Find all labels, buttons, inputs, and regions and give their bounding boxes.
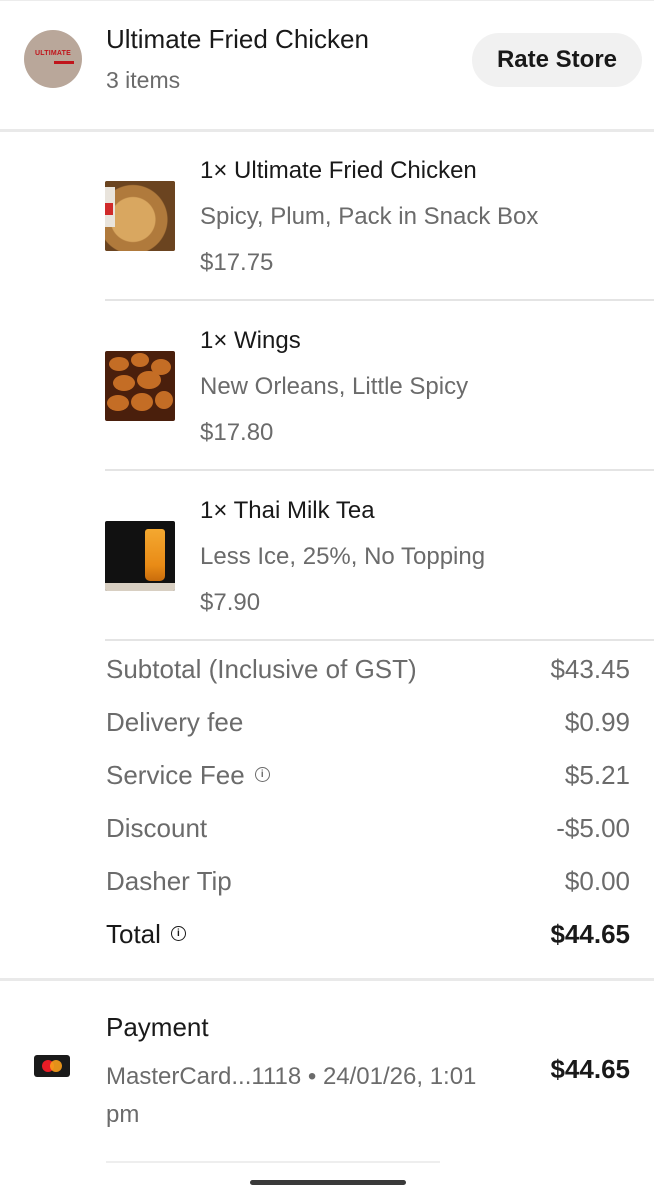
thai-milk-tea-image [105, 521, 175, 591]
total-label: Total i [106, 919, 186, 950]
dasher-tip-row: Dasher Tip $0.00 [106, 866, 630, 902]
item-options: Spicy, Plum, Pack in Snack Box [200, 203, 539, 230]
payment-title: Payment [106, 1012, 209, 1042]
dasher-tip-value: $0.00 [564, 866, 630, 896]
subtotal-label: Subtotal (Inclusive of GST) [106, 654, 417, 684]
store-item-count: 3 items [106, 67, 181, 93]
item-options: Less Ice, 25%, No Topping [200, 543, 486, 570]
dasher-tip-label: Dasher Tip [106, 866, 232, 896]
store-header: ULTIMATE Ultimate Fried Chicken 3 items … [0, 0, 654, 130]
subtotal-value: $43.45 [550, 654, 630, 684]
home-indicator[interactable] [250, 1180, 406, 1185]
rate-store-button[interactable]: Rate Store [472, 33, 642, 87]
item-price: $7.90 [200, 589, 261, 616]
payment-detail: MasterCard...1118 • 24/01/26, 1:01 pm [106, 1063, 477, 1128]
wings-image [105, 351, 175, 421]
store-logo-text: ULTIMATE [35, 50, 71, 57]
discount-label: Discount [106, 813, 208, 843]
payment-amount: $44.65 [550, 1054, 630, 1084]
discount-value: -$5.00 [556, 813, 630, 843]
bottom-divider [106, 1161, 440, 1163]
item-price: $17.80 [200, 419, 274, 446]
item-price: $17.75 [200, 249, 274, 276]
item-options: New Orleans, Little Spicy [200, 373, 469, 400]
total-label-text: Total [106, 919, 161, 949]
items-summary-divider [105, 639, 654, 641]
delivery-fee-value: $0.99 [564, 707, 630, 737]
service-fee-value: $5.21 [564, 760, 630, 790]
service-fee-label: Service Fee i [106, 760, 270, 791]
subtotal-row: Subtotal (Inclusive of GST) $43.45 [106, 654, 630, 690]
item-title: 1× Ultimate Fried Chicken [200, 157, 477, 184]
total-value: $44.65 [550, 919, 630, 949]
delivery-fee-row: Delivery fee $0.99 [106, 707, 630, 743]
store-logo[interactable]: ULTIMATE [24, 30, 82, 88]
service-fee-row: Service Fee i $5.21 [106, 760, 630, 796]
total-row: Total i $44.65 [106, 919, 630, 955]
info-circle-icon[interactable]: i [254, 766, 270, 782]
order-item-wings: 1× Wings New Orleans, Little Spicy $17.8… [0, 301, 654, 471]
store-logo-underline [54, 61, 74, 64]
fried-chicken-image [105, 181, 175, 251]
item-title: 1× Wings [200, 327, 301, 354]
mastercard-icon [34, 1055, 70, 1077]
store-name[interactable]: Ultimate Fried Chicken [106, 24, 369, 55]
service-fee-label-text: Service Fee [106, 760, 245, 790]
delivery-fee-label: Delivery fee [106, 707, 244, 737]
order-item-thai-milk-tea: 1× Thai Milk Tea Less Ice, 25%, No Toppi… [0, 471, 654, 641]
info-circle-icon[interactable]: i [170, 925, 186, 941]
discount-row: Discount -$5.00 [106, 813, 630, 849]
item-title: 1× Thai Milk Tea [200, 497, 375, 524]
order-item-fried-chicken: 1× Ultimate Fried Chicken Spicy, Plum, P… [0, 131, 654, 301]
payment-divider [0, 978, 654, 981]
